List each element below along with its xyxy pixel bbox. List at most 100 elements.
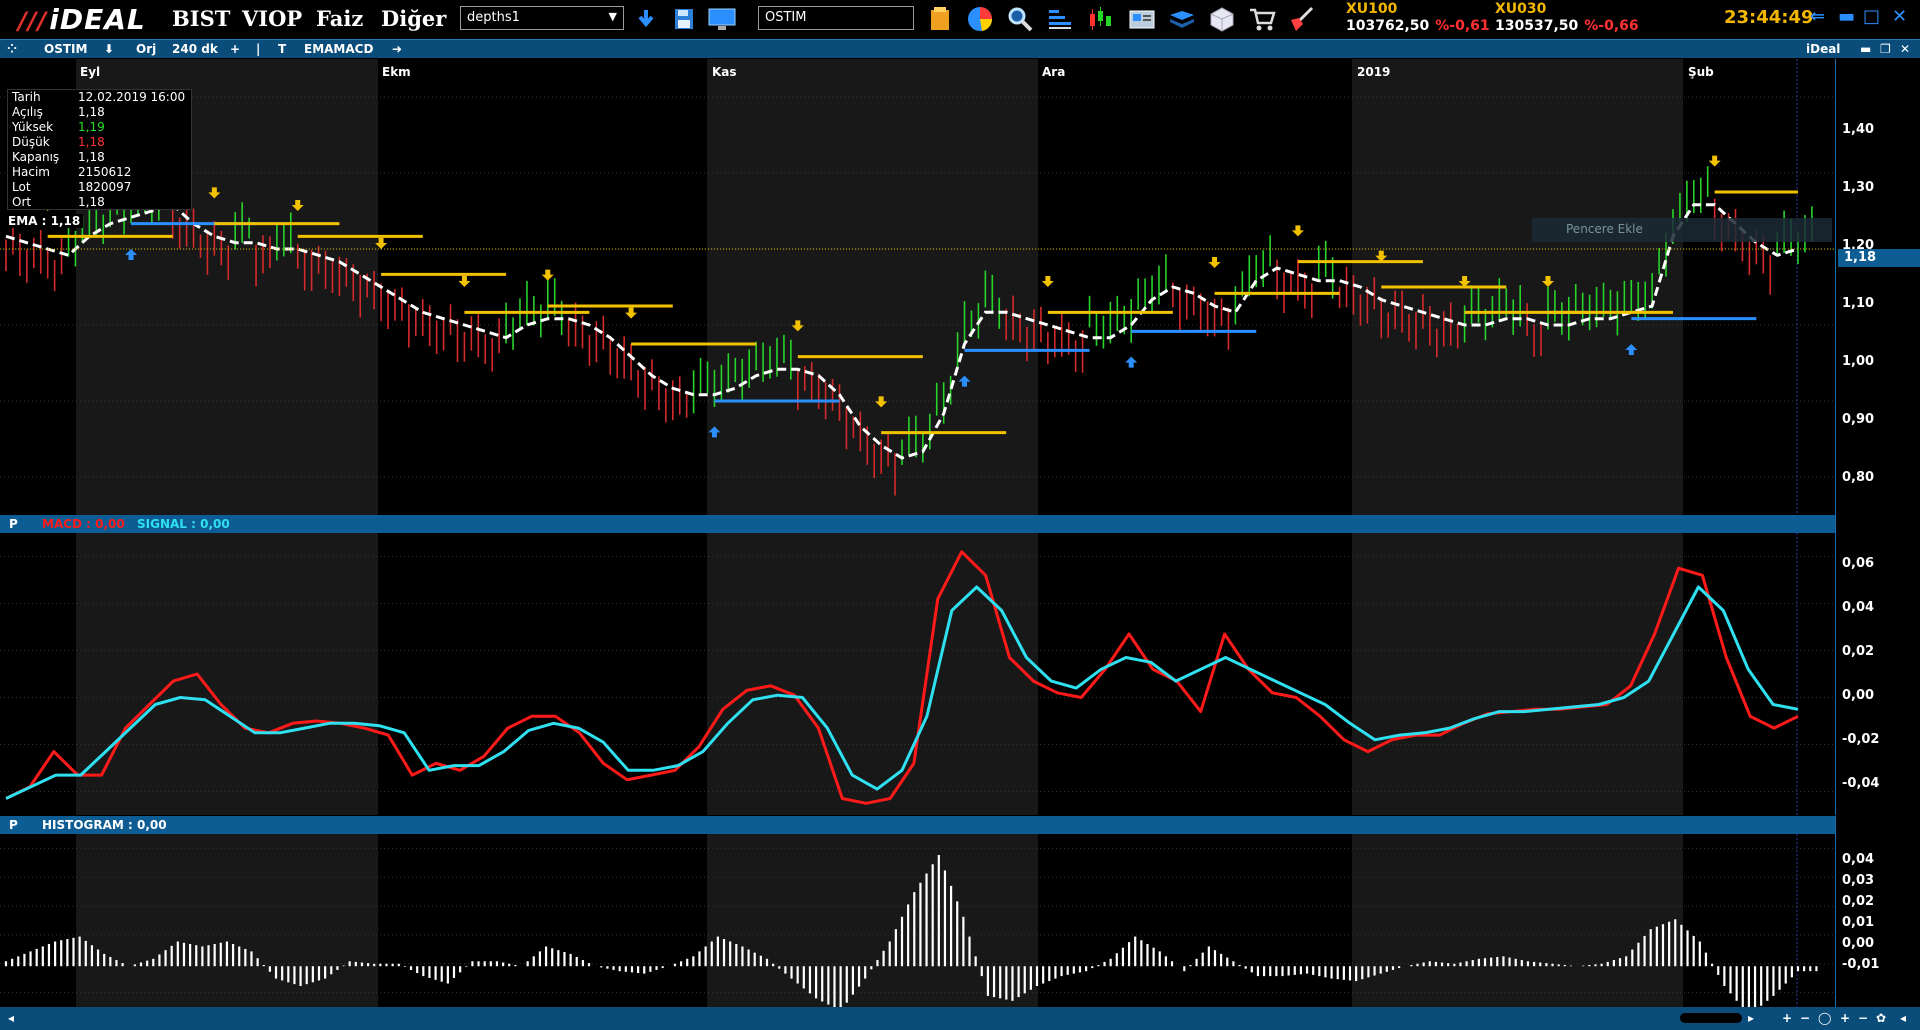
histogram-pane[interactable]: [0, 834, 1835, 1007]
month-band: [1352, 533, 1683, 815]
price-tick: 1,00: [1842, 354, 1875, 369]
histogram-chart: [0, 834, 1835, 1007]
hist-tick: 0,03: [1842, 873, 1875, 888]
ema-label: EMA : 1,18: [5, 214, 84, 228]
ticker-xu100[interactable]: XU100 103762,50 %-0,61: [1346, 1, 1490, 35]
month-band: [76, 533, 378, 815]
chart-mode[interactable]: Orj: [136, 42, 156, 56]
back-icon[interactable]: ⇐: [1810, 6, 1825, 27]
macd-pane-header[interactable]: P MACD : 0,00 SIGNAL : 0,00: [0, 515, 1835, 533]
chart-close-icon[interactable]: ✕: [1900, 42, 1910, 56]
price-tick: 1,40: [1842, 122, 1875, 137]
sell-arrow-icon: [1291, 225, 1304, 237]
maximize-icon[interactable]: □: [1863, 6, 1880, 27]
menu-bist[interactable]: BIST: [172, 6, 230, 31]
reset-button[interactable]: ✿: [1876, 1011, 1886, 1025]
arrow-right-icon[interactable]: ➜: [392, 42, 402, 56]
line-tool-icon[interactable]: |: [256, 42, 260, 56]
info-row: Tarih 12.02.2019 16:00: [12, 90, 186, 104]
scroll-end-icon[interactable]: ◂: [1900, 1011, 1906, 1025]
chart-toolbar: ⁘ OSTIM ⬇ Orj 240 dk + | T EMAMACD ➜ iDe…: [0, 39, 1920, 58]
top-menu-bar: ///iDEAL BIST VIOP Faiz Diğer depths1 ▼ O…: [0, 0, 1920, 38]
chart-brand: iDeal: [1806, 42, 1841, 56]
chevron-down-icon: ▼: [608, 10, 617, 23]
info-row: Lot 1820097: [12, 180, 132, 194]
chart-period[interactable]: 240 dk: [172, 42, 218, 56]
clock: 23:44:49: [1724, 7, 1814, 28]
chart-restore-icon[interactable]: ❐: [1880, 42, 1891, 56]
notebook-icon[interactable]: [1168, 5, 1196, 33]
zoom-out-button[interactable]: −: [1800, 1011, 1810, 1025]
cube-icon[interactable]: [1208, 5, 1236, 33]
macd-pane[interactable]: [0, 533, 1835, 815]
chart-download-icon[interactable]: ⬇: [104, 42, 114, 56]
news-icon[interactable]: [1128, 5, 1156, 33]
search-icon[interactable]: [1006, 5, 1034, 33]
price-tick: 1,30: [1842, 180, 1875, 195]
zoom-out-y-button[interactable]: −: [1858, 1011, 1868, 1025]
ohlc-info-box: Tarih 12.02.2019 16:00 Açılış 1,18 Yüksek 1…: [7, 89, 192, 210]
portfolio-icon[interactable]: [926, 5, 954, 33]
scroll-thumb[interactable]: [1680, 1013, 1742, 1023]
app-logo: ///iDEAL: [18, 3, 146, 36]
macd-tick: 0,02: [1842, 644, 1875, 659]
sell-arrow-icon: [1208, 257, 1221, 268]
month-label-kas: Kas: [712, 65, 737, 79]
buy-arrow-icon: [1125, 356, 1138, 368]
info-row: Açılış 1,18: [12, 105, 105, 119]
depth-icon[interactable]: [1046, 5, 1074, 33]
pie-chart-icon[interactable]: [966, 5, 994, 33]
macd-tick: -0,04: [1842, 776, 1880, 791]
month-band: [76, 834, 378, 1007]
symbol-input[interactable]: OSTIM: [758, 6, 914, 30]
zoom-in-icon[interactable]: +: [230, 42, 240, 56]
scroll-right-icon[interactable]: ▸: [1748, 1011, 1754, 1025]
info-row: Hacim 2150612: [12, 165, 132, 179]
info-row: Düşük 1,18: [12, 135, 105, 149]
candlestick-icon[interactable]: [1086, 5, 1114, 33]
menu-faiz[interactable]: Faiz: [316, 6, 363, 31]
month-band: [707, 533, 1038, 815]
close-icon[interactable]: ✕: [1892, 6, 1907, 27]
logo-stripes-icon: ///: [18, 7, 48, 35]
month-label-eyl: Eyl: [80, 65, 101, 79]
chart-minimize-icon[interactable]: ▬: [1860, 42, 1871, 56]
month-label-ara: Ara: [1042, 65, 1066, 79]
histogram-pane-header[interactable]: P HISTOGRAM : 0,00: [0, 816, 1835, 834]
text-tool-icon[interactable]: T: [278, 42, 286, 56]
price-tick: 0,80: [1842, 470, 1875, 485]
macd-pane-prefix: P: [9, 517, 18, 531]
bottom-scroll-bar: ◂ ▸ + − ◯ + − ✿ ◂: [0, 1007, 1920, 1030]
macd-tick: 0,04: [1842, 600, 1875, 615]
hist-tick: 0,04: [1842, 852, 1875, 867]
chart-indicator[interactable]: EMAMACD: [304, 42, 373, 56]
ticker-xu030[interactable]: XU030 130537,50 %-0,66: [1495, 1, 1639, 35]
minimize-icon[interactable]: ▬: [1838, 6, 1855, 27]
last-price-tag: 1,18: [1838, 249, 1920, 267]
price-pane[interactable]: [0, 59, 1835, 515]
chart-symbol[interactable]: OSTIM: [44, 42, 87, 56]
hist-tick: 0,01: [1842, 915, 1875, 930]
scroll-left-icon[interactable]: ◂: [8, 1011, 14, 1025]
clean-icon[interactable]: [1288, 5, 1316, 33]
save-icon[interactable]: [670, 5, 698, 33]
add-window-tooltip[interactable]: Pencere Ekle: [1532, 218, 1832, 242]
zoom-in-button[interactable]: +: [1782, 1011, 1792, 1025]
sell-arrow-icon: [1041, 276, 1054, 287]
macd-tick: 0,00: [1842, 688, 1875, 703]
menu-viop[interactable]: VIOP: [242, 6, 302, 31]
info-row: Yüksek 1,19: [12, 120, 105, 134]
sell-arrow-icon: [458, 276, 471, 287]
cart-icon[interactable]: [1248, 5, 1276, 33]
month-band: [1352, 834, 1683, 1007]
menu-diger[interactable]: Diğer: [381, 6, 446, 31]
zoom-in-y-button[interactable]: +: [1840, 1011, 1850, 1025]
layout-select[interactable]: depths1 ▼: [460, 6, 624, 30]
macd-label: MACD : 0,00: [42, 517, 125, 531]
zoom-fit-button[interactable]: ◯: [1818, 1011, 1831, 1025]
hist-tick: 0,02: [1842, 894, 1875, 909]
price-tick: 1,10: [1842, 296, 1875, 311]
monitor-icon[interactable]: [708, 5, 736, 33]
chart-menu-icon[interactable]: ⁘: [7, 42, 17, 56]
download-icon[interactable]: [632, 5, 660, 33]
